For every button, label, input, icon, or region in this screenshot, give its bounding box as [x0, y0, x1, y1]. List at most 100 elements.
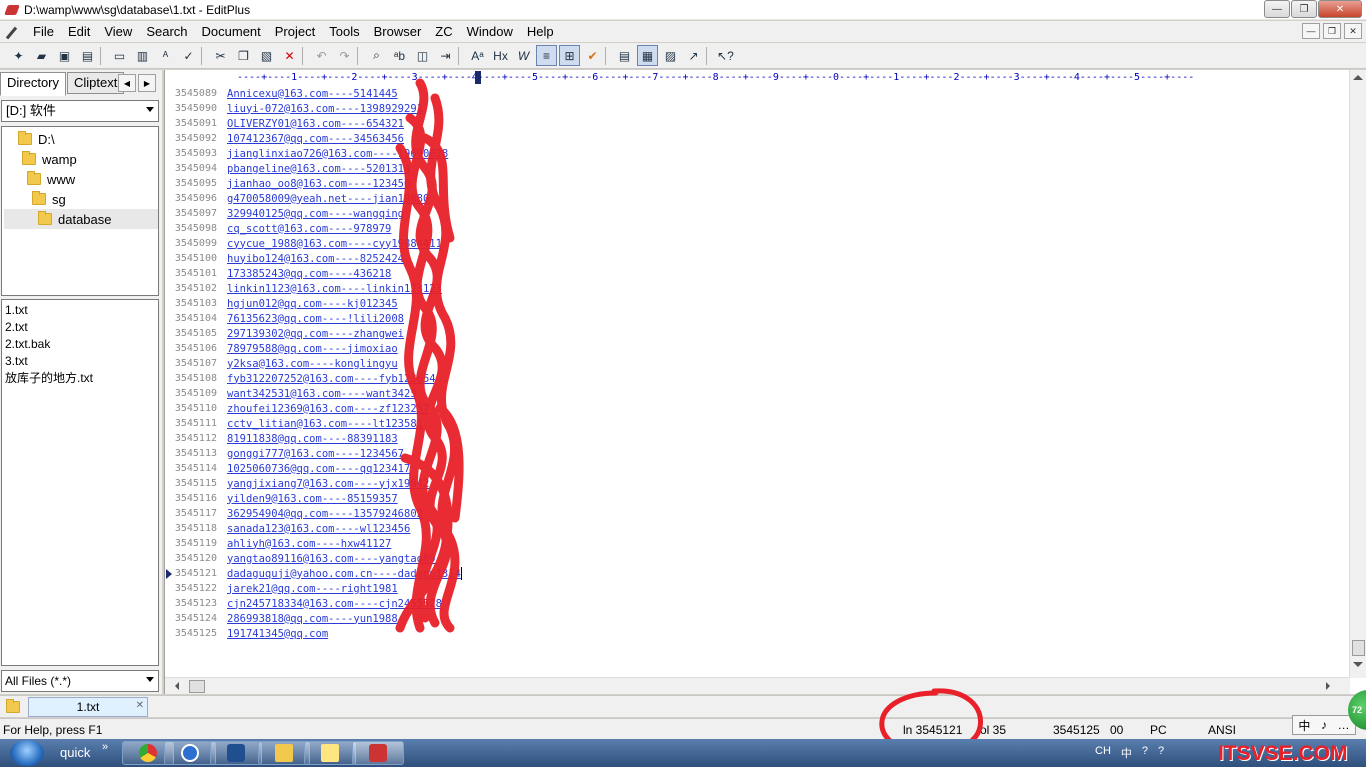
editor-line[interactable]: 3545100 huyibo124@163.com----8252424	[165, 251, 1345, 266]
tree-item-www[interactable]: www	[27, 169, 75, 189]
taskbar-editplus[interactable]	[352, 741, 404, 765]
line-text[interactable]: linkin1123@163.com----linkin123123	[227, 283, 442, 295]
editor-line[interactable]: 3545118 sanada123@163.com----wl123456	[165, 521, 1345, 536]
tree-item-wamp[interactable]: wamp	[22, 149, 77, 169]
line-text[interactable]: 78979588@qq.com----jimoxiao	[227, 343, 398, 355]
redo-icon[interactable]: ↷	[334, 45, 355, 66]
quick-launch-label[interactable]: quick	[60, 745, 90, 760]
mdi-close-button[interactable]: ✕	[1344, 23, 1362, 39]
copy-icon[interactable]: ❐	[233, 45, 254, 66]
line-text[interactable]: 297139302@qq.com----zhangwei	[227, 328, 404, 340]
menu-document[interactable]: Document	[195, 21, 268, 42]
horizontal-scroll-thumb[interactable]	[189, 680, 205, 693]
replace-icon[interactable]: ᵃb	[389, 45, 410, 66]
folder-icon[interactable]	[6, 699, 20, 713]
line-text[interactable]: gonggi777@163.com----1234567	[227, 448, 404, 460]
line-text[interactable]: OLIVERZY01@163.com----654321	[227, 118, 404, 130]
line-text[interactable]: Annicexu@163.com----5141445	[227, 88, 398, 100]
line-text[interactable]: cctv_litian@163.com----lt123581	[227, 418, 423, 430]
vertical-scrollbar[interactable]	[1349, 70, 1366, 678]
editor-line[interactable]: 3545115 yangjixiang7@163.com----yjx19842	[165, 476, 1345, 491]
editor-line[interactable]: 3545101 173385243@qq.com----436218	[165, 266, 1345, 281]
file-filter-select[interactable]: All Files (*.*)	[1, 670, 159, 692]
menu-view[interactable]: View	[97, 21, 139, 42]
editor-line[interactable]: 3545099 cyycue_1988@163.com----cyy1988441…	[165, 236, 1345, 251]
print-icon[interactable]: ▥	[132, 45, 153, 66]
tab-cliptext[interactable]: Cliptext	[67, 72, 125, 94]
line-text[interactable]: 173385243@qq.com----436218	[227, 268, 391, 280]
check-icon[interactable]: ✓	[178, 45, 199, 66]
menu-window[interactable]: Window	[460, 21, 520, 42]
mdi-restore-button[interactable]: ❐	[1323, 23, 1341, 39]
file-item[interactable]: 放库子的地方.txt	[2, 370, 158, 387]
find-icon[interactable]: ⌕	[366, 45, 387, 66]
line-text[interactable]: fyb312207252@163.com----fyb123654	[227, 373, 436, 385]
line-text[interactable]: jarek21@qq.com----right1981	[227, 583, 398, 595]
taskbar-app-s[interactable]	[210, 741, 262, 765]
editor-line[interactable]: 3545105 297139302@qq.com----zhangwei	[165, 326, 1345, 341]
editor-line[interactable]: 3545092 107412367@qq.com----34563456	[165, 131, 1345, 146]
export-icon[interactable]: ↗	[683, 45, 704, 66]
tray-language[interactable]: CH	[1095, 745, 1111, 761]
taskbar-app-k[interactable]	[164, 741, 216, 765]
editor-line[interactable]: 3545112 81911838@qq.com----88391183	[165, 431, 1345, 446]
line-text[interactable]: 76135623@qq.com----!lili2008	[227, 313, 404, 325]
line-text[interactable]: jianhao_oo8@163.com----123456	[227, 178, 410, 190]
line-text[interactable]: want342531@163.com----want3425	[227, 388, 417, 400]
editor-line[interactable]: 3545094 pbangeline@163.com----5201314	[165, 161, 1345, 176]
text-editor[interactable]: ----+----1----+----2----+----3----+----4…	[164, 70, 1366, 694]
editor-line[interactable]: 3545108 fyb312207252@163.com----fyb123654	[165, 371, 1345, 386]
tree-item-d-drive[interactable]: D:\	[18, 129, 55, 149]
close-icon[interactable]: ✕	[136, 700, 144, 711]
column-icon[interactable]: ⊞	[559, 45, 580, 66]
start-button-icon[interactable]	[10, 740, 44, 766]
editor-line[interactable]: 3545125 191741345@qq.com	[165, 626, 1345, 641]
menu-project[interactable]: Project	[268, 21, 322, 42]
vertical-scroll-thumb[interactable]	[1352, 640, 1365, 656]
menu-zc[interactable]: ZC	[428, 21, 459, 42]
editor-line[interactable]: 3545113 gonggi777@163.com----1234567	[165, 446, 1345, 461]
editor-line[interactable]: 3545124 286993818@qq.com----yun1988	[165, 611, 1345, 626]
line-text[interactable]: huyibo124@163.com----8252424	[227, 253, 404, 265]
editor-line[interactable]: 3545121 dadaguquji@yahoo.com.cn----dadagu…	[165, 566, 1345, 581]
cliptext-icon[interactable]: ▨	[660, 45, 681, 66]
minimize-button[interactable]: —	[1264, 0, 1290, 18]
menu-browser[interactable]: Browser	[367, 21, 429, 42]
editor-line[interactable]: 3545103 hgjun012@qq.com----kj012345	[165, 296, 1345, 311]
ime-toolbar[interactable]: 中 ♪ …	[1292, 715, 1356, 735]
line-text[interactable]: zhoufei12369@163.com----zf123257	[227, 403, 429, 415]
editor-line[interactable]: 3545089 Annicexu@163.com----5141445	[165, 86, 1345, 101]
taskbar-explorer[interactable]	[258, 741, 310, 765]
line-text[interactable]: cq_scott@163.com----978979	[227, 223, 391, 235]
scroll-left-icon[interactable]	[175, 682, 179, 690]
editor-line[interactable]: 3545111 cctv_litian@163.com----lt123581	[165, 416, 1345, 431]
editor-lines[interactable]: 3545089 Annicexu@163.com----5141445 354509…	[165, 86, 1345, 641]
font-icon[interactable]: Aᵃ	[467, 45, 488, 66]
editor-line[interactable]: 3545095 jianhao_oo8@163.com----123456	[165, 176, 1345, 191]
tray-ime[interactable]: 中	[1121, 745, 1132, 761]
menu-tools[interactable]: Tools	[322, 21, 366, 42]
word-wrap-icon[interactable]: W	[513, 45, 534, 66]
line-text[interactable]: 362954904@qq.com----13579246802	[227, 508, 423, 520]
paste-icon[interactable]: ▧	[256, 45, 277, 66]
menu-help[interactable]: Help	[520, 21, 561, 42]
taskbar-help-app[interactable]	[304, 741, 356, 765]
goto-icon[interactable]: ◫	[412, 45, 433, 66]
ime-more-icon[interactable]: …	[1338, 718, 1350, 732]
editor-line[interactable]: 3545123 cjn245718334@163.com----cjn245552…	[165, 596, 1345, 611]
browser-icon[interactable]: ▤	[614, 45, 635, 66]
scroll-right-icon[interactable]	[1326, 682, 1330, 690]
editor-line[interactable]: 3545109 want342531@163.com----want3425	[165, 386, 1345, 401]
file-item[interactable]: 2.txt.bak	[2, 336, 158, 353]
editor-line[interactable]: 3545114 1025060736@qq.com----qq123417	[165, 461, 1345, 476]
print-preview-icon[interactable]: ▭	[109, 45, 130, 66]
line-text[interactable]: yangtao89116@163.com----yangtao89	[227, 553, 436, 565]
line-text[interactable]: cyycue_1988@163.com----cyy19884411	[227, 238, 442, 250]
line-text[interactable]: 1025060736@qq.com----qq123417	[227, 463, 410, 475]
editor-line[interactable]: 3545116 yilden9@163.com----85159357	[165, 491, 1345, 506]
new-file-icon[interactable]: ✦	[8, 45, 29, 66]
spellcheck-mark-icon[interactable]: ✔	[582, 45, 603, 66]
editor-line[interactable]: 3545096 g470058009@yeah.net----jian19880	[165, 191, 1345, 206]
quick-launch-more-icon[interactable]: »	[102, 741, 108, 753]
cut-icon[interactable]: ✂	[210, 45, 231, 66]
